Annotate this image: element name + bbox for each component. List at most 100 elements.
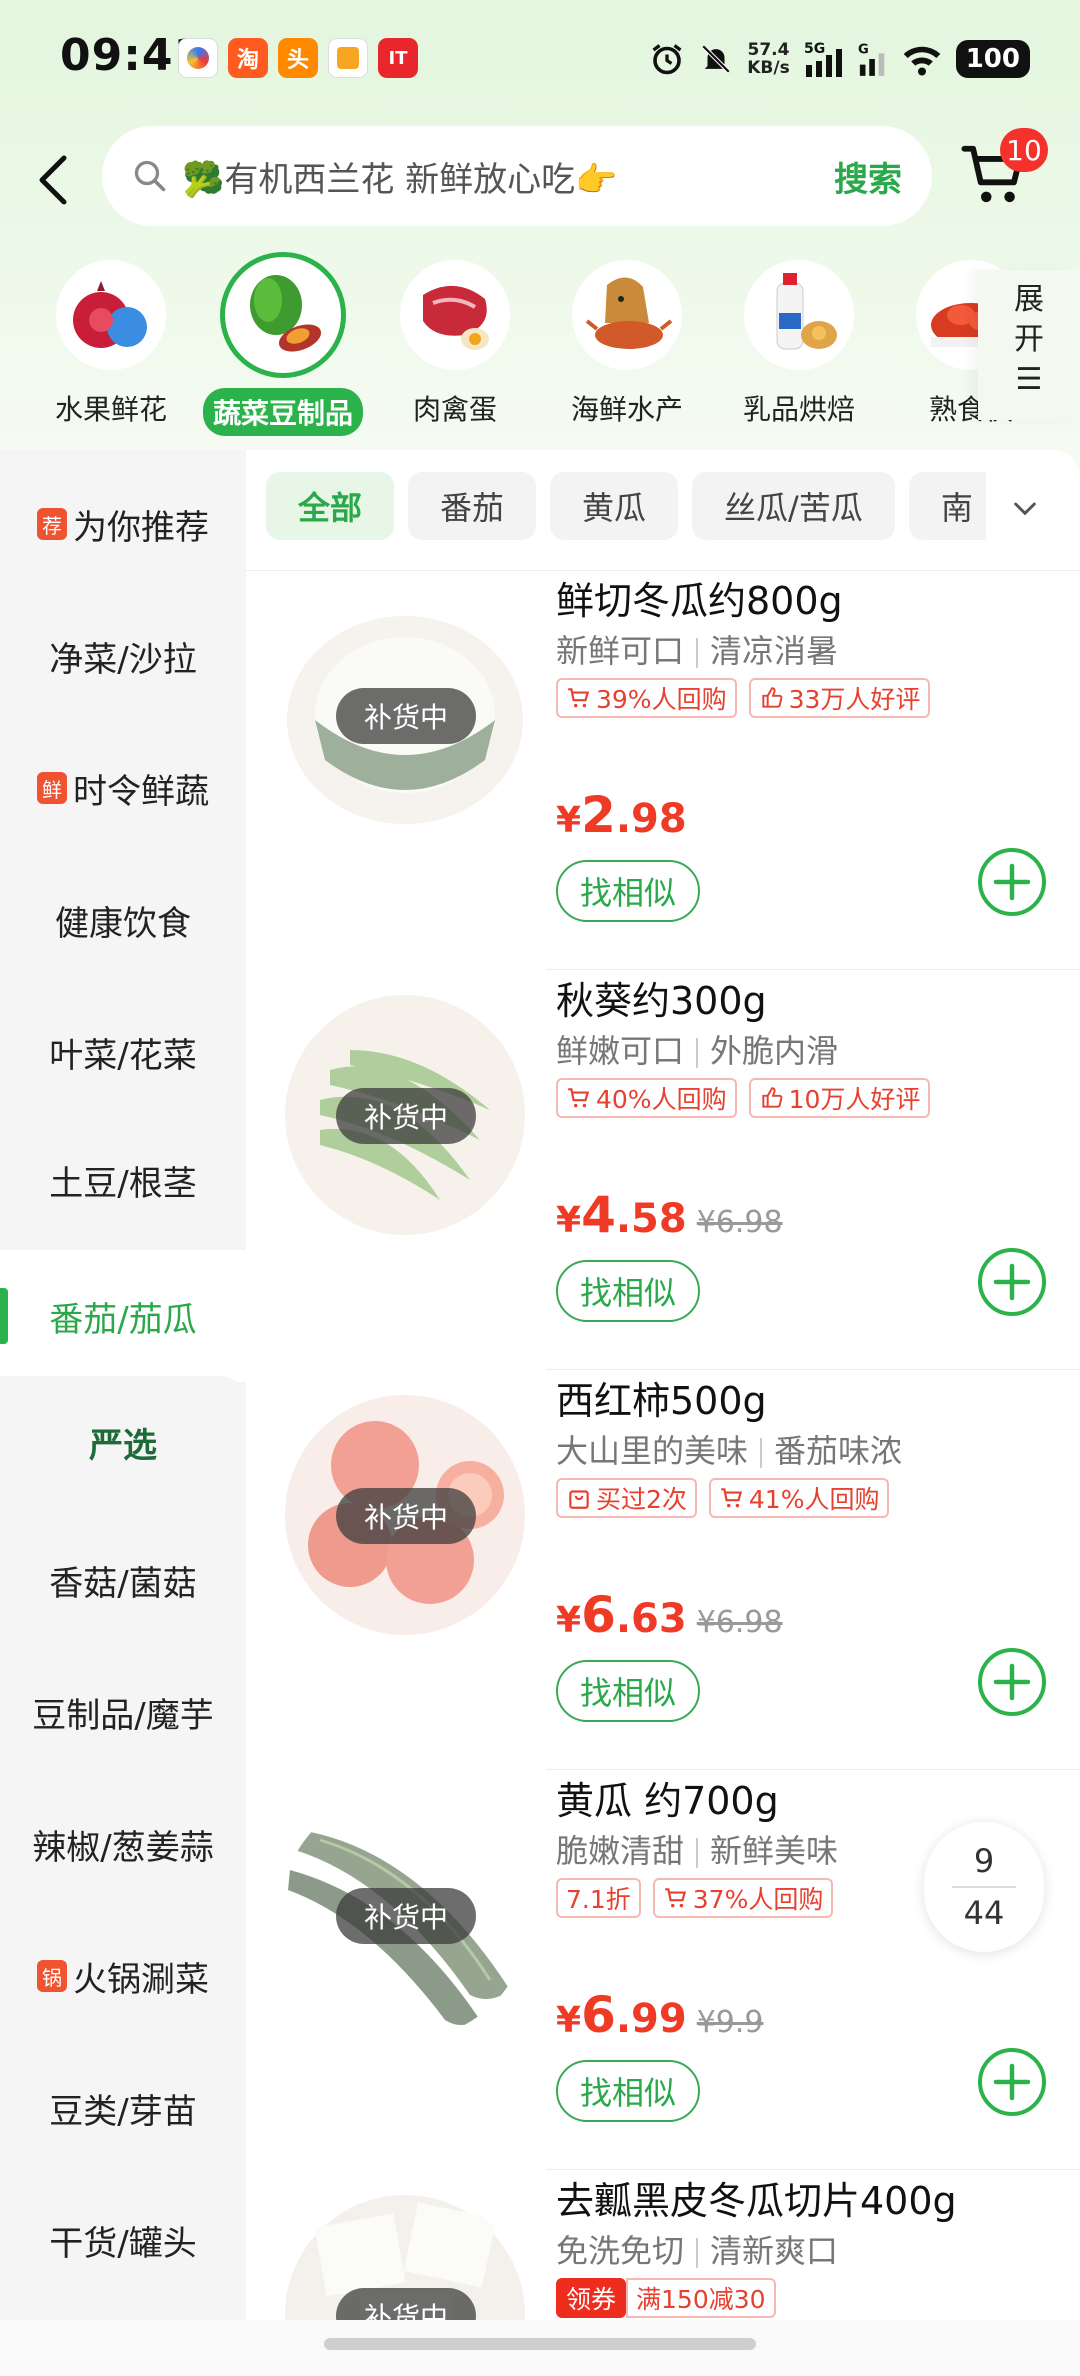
filter-chips: 全部 番茄 黄瓜 丝瓜/苦瓜南 [266, 472, 986, 544]
alarm-icon [652, 44, 682, 75]
product-desc: 新鲜可口 清凉消暑 [556, 632, 839, 670]
yanxuan-logo: 严选 [89, 1425, 157, 1466]
coupon-tag[interactable]: 领券 [556, 2278, 627, 2318]
filter-more-button[interactable] [990, 472, 1060, 544]
repurchase-tag: 40%人回购 [556, 1078, 737, 1118]
restock-badge: 补货中 [336, 1088, 476, 1144]
wifi-icon [903, 46, 941, 76]
sidebar-item-leafy[interactable]: 叶菜/花菜 [0, 986, 246, 1118]
pomegranate-image [56, 260, 166, 370]
app-notification-icon-2 [328, 38, 368, 78]
sidebar-item-beans-sprouts[interactable]: 豆类/芽苗 [0, 2042, 246, 2174]
bought-before-tag: 买过2次 [556, 1478, 697, 1518]
milk-image [744, 260, 854, 370]
toutiao-notification-icon: 头 [278, 38, 318, 78]
sidebar-item-healthy[interactable]: 健康饮食 [0, 854, 246, 986]
promo-tag: 满150减30 [626, 2278, 776, 2318]
discount-tag: 7.1折 [556, 1878, 641, 1918]
find-similar-button[interactable]: 找相似 [556, 1260, 700, 1322]
product-desc: 脆嫩清甜 新鲜美味 [556, 1832, 839, 1870]
product-card[interactable]: 补货中 西红柿500g 大山里的美味 番茄味浓 买过2次 41%人回购 ¥6.63… [246, 1370, 1080, 1770]
product-card[interactable]: 补货中 鲜切冬瓜约800g 新鲜可口 清凉消暑 39%人回购 33万人好评 ¥2.… [246, 570, 1080, 970]
restock-badge: 补货中 [336, 688, 476, 744]
product-name[interactable]: 西红柿500g [556, 1370, 767, 1425]
filter-chip-all[interactable]: 全部 [266, 472, 395, 540]
category-vegetables-tofu[interactable]: 蔬菜豆制品 [198, 252, 368, 436]
sidebar-item-tofu-konjac[interactable]: 豆制品/魔芋 [0, 1646, 246, 1778]
search-icon [134, 160, 166, 192]
cart-count-badge: 10 [1000, 128, 1048, 172]
product-card[interactable]: 补货中 去瓤黑皮冬瓜切片400g 免洗免切 清新爽口 领券 满150减30 [246, 2170, 1080, 2320]
find-similar-button[interactable]: 找相似 [556, 860, 700, 922]
product-price: ¥6.63 ¥6.98 [556, 1586, 783, 1644]
filter-chip-cucumber[interactable]: 黄瓜 [550, 472, 679, 540]
search-bar[interactable]: 🥦有机西兰花 新鲜放心吃👉 搜索 [102, 126, 932, 226]
cart-small-icon [721, 1488, 743, 1508]
net-speed: 57.4 KB/s [747, 40, 790, 78]
product-card[interactable]: 补货中 秋葵约300g 鲜嫩可口 外脆内滑 40%人回购 10万人好评 ¥4.58… [246, 970, 1080, 1370]
sidebar-item-roots[interactable]: 土豆/根茎 [0, 1118, 246, 1242]
sidebar-item-dry-goods[interactable]: 干货/罐头 [0, 2174, 246, 2306]
cart-small-icon [568, 688, 590, 708]
add-to-cart-icon[interactable] [976, 846, 1048, 918]
product-name[interactable]: 黄瓜 约700g [556, 1770, 779, 1825]
sidebar-item-seasonal[interactable]: 鲜时令鲜蔬 [0, 722, 246, 854]
hotpot-tag-icon: 锅 [37, 1960, 67, 1992]
repurchase-tag: 39%人回购 [556, 678, 737, 718]
category-dairy-bakery[interactable]: 乳品烘焙 [714, 252, 884, 428]
restock-badge: 补货中 [336, 2288, 476, 2320]
status-bar: 09:41 淘 头 IT 57.4 KB/s 5G G 100 [0, 0, 1080, 120]
add-to-cart-icon[interactable] [976, 1646, 1048, 1718]
sidebar-item-hotpot[interactable]: 锅火锅涮菜 [0, 1910, 246, 2042]
add-to-cart-icon[interactable] [976, 2046, 1048, 2118]
sidebar-item-recommend[interactable]: 荐为你推荐 [0, 458, 246, 590]
sidebar-item-mushroom[interactable]: 香菇/菌菇 [0, 1514, 246, 1646]
review-tag: 10万人好评 [748, 1078, 931, 1118]
find-similar-button[interactable]: 找相似 [556, 1660, 700, 1722]
category-fruit-flowers[interactable]: 水果鲜花 [26, 252, 196, 428]
find-similar-button[interactable]: 找相似 [556, 2060, 700, 2122]
recommend-tag-icon: 荐 [37, 508, 67, 540]
expand-categories-button[interactable]: 展 开 ☰ [978, 270, 1080, 420]
product-desc: 鲜嫩可口 外脆内滑 [556, 1032, 839, 1070]
page-indicator[interactable]: 9 44 [924, 1822, 1044, 1952]
category-strip: 水果鲜花 蔬菜豆制品 肉禽蛋 海鲜水产 乳品烘焙 熟食快 [0, 252, 1026, 442]
product-price: ¥2.98 [556, 786, 687, 844]
filter-chip-pumpkin[interactable]: 南 [908, 472, 986, 540]
mute-bell-icon [701, 44, 731, 74]
signal-5g-icon: 5G [804, 41, 842, 77]
repurchase-tag: 37%人回购 [652, 1878, 834, 1918]
back-arrow-icon[interactable] [30, 150, 76, 210]
product-price: ¥4.58 ¥6.98 [556, 1186, 783, 1244]
category-meat-eggs[interactable]: 肉禽蛋 [370, 252, 540, 428]
product-name[interactable]: 鲜切冬瓜约800g [556, 570, 843, 625]
filter-chip-tomato[interactable]: 番茄 [408, 472, 537, 540]
sidebar-item-yanxuan[interactable]: 严选 [0, 1376, 246, 1508]
chevron-down-icon [1014, 502, 1036, 516]
filter-chip-loofah[interactable]: 丝瓜/苦瓜 [692, 472, 895, 540]
add-to-cart-icon[interactable] [976, 1246, 1048, 1318]
review-tag: 33万人好评 [748, 678, 931, 718]
product-price: ¥6.99 ¥9.9 [556, 1986, 764, 2044]
sidebar-item-prepared-salad[interactable]: 净菜/沙拉 [0, 590, 246, 722]
svg-text:5G: 5G [804, 41, 825, 57]
signal-g-icon: G [858, 42, 884, 76]
product-name[interactable]: 秋葵约300g [556, 970, 767, 1025]
meat-eggs-image [400, 260, 510, 370]
original-price: ¥6.98 [696, 1205, 783, 1240]
cart-small-icon [664, 1888, 686, 1908]
restock-badge: 补货中 [336, 1888, 476, 1944]
thumbs-up-icon [761, 1087, 782, 1108]
original-price: ¥6.98 [696, 1605, 783, 1640]
home-indicator[interactable] [324, 2338, 756, 2350]
category-seafood[interactable]: 海鲜水产 [542, 252, 712, 428]
taobao-notification-icon: 淘 [228, 38, 268, 78]
product-name[interactable]: 去瓤黑皮冬瓜切片400g [556, 2170, 957, 2225]
sidebar-item-tomato-eggplant[interactable]: 番茄/茄瓜 [0, 1250, 246, 1382]
search-button[interactable]: 搜索 [834, 152, 902, 201]
svg-text:G: G [858, 42, 869, 57]
search-placeholder[interactable]: 🥦有机西兰花 新鲜放心吃👉 [182, 152, 834, 201]
sidebar-item-chili-aromatics[interactable]: 辣椒/葱姜蒜 [0, 1778, 246, 1910]
cart-small-icon [568, 1088, 590, 1108]
restock-badge: 补货中 [336, 1488, 476, 1544]
